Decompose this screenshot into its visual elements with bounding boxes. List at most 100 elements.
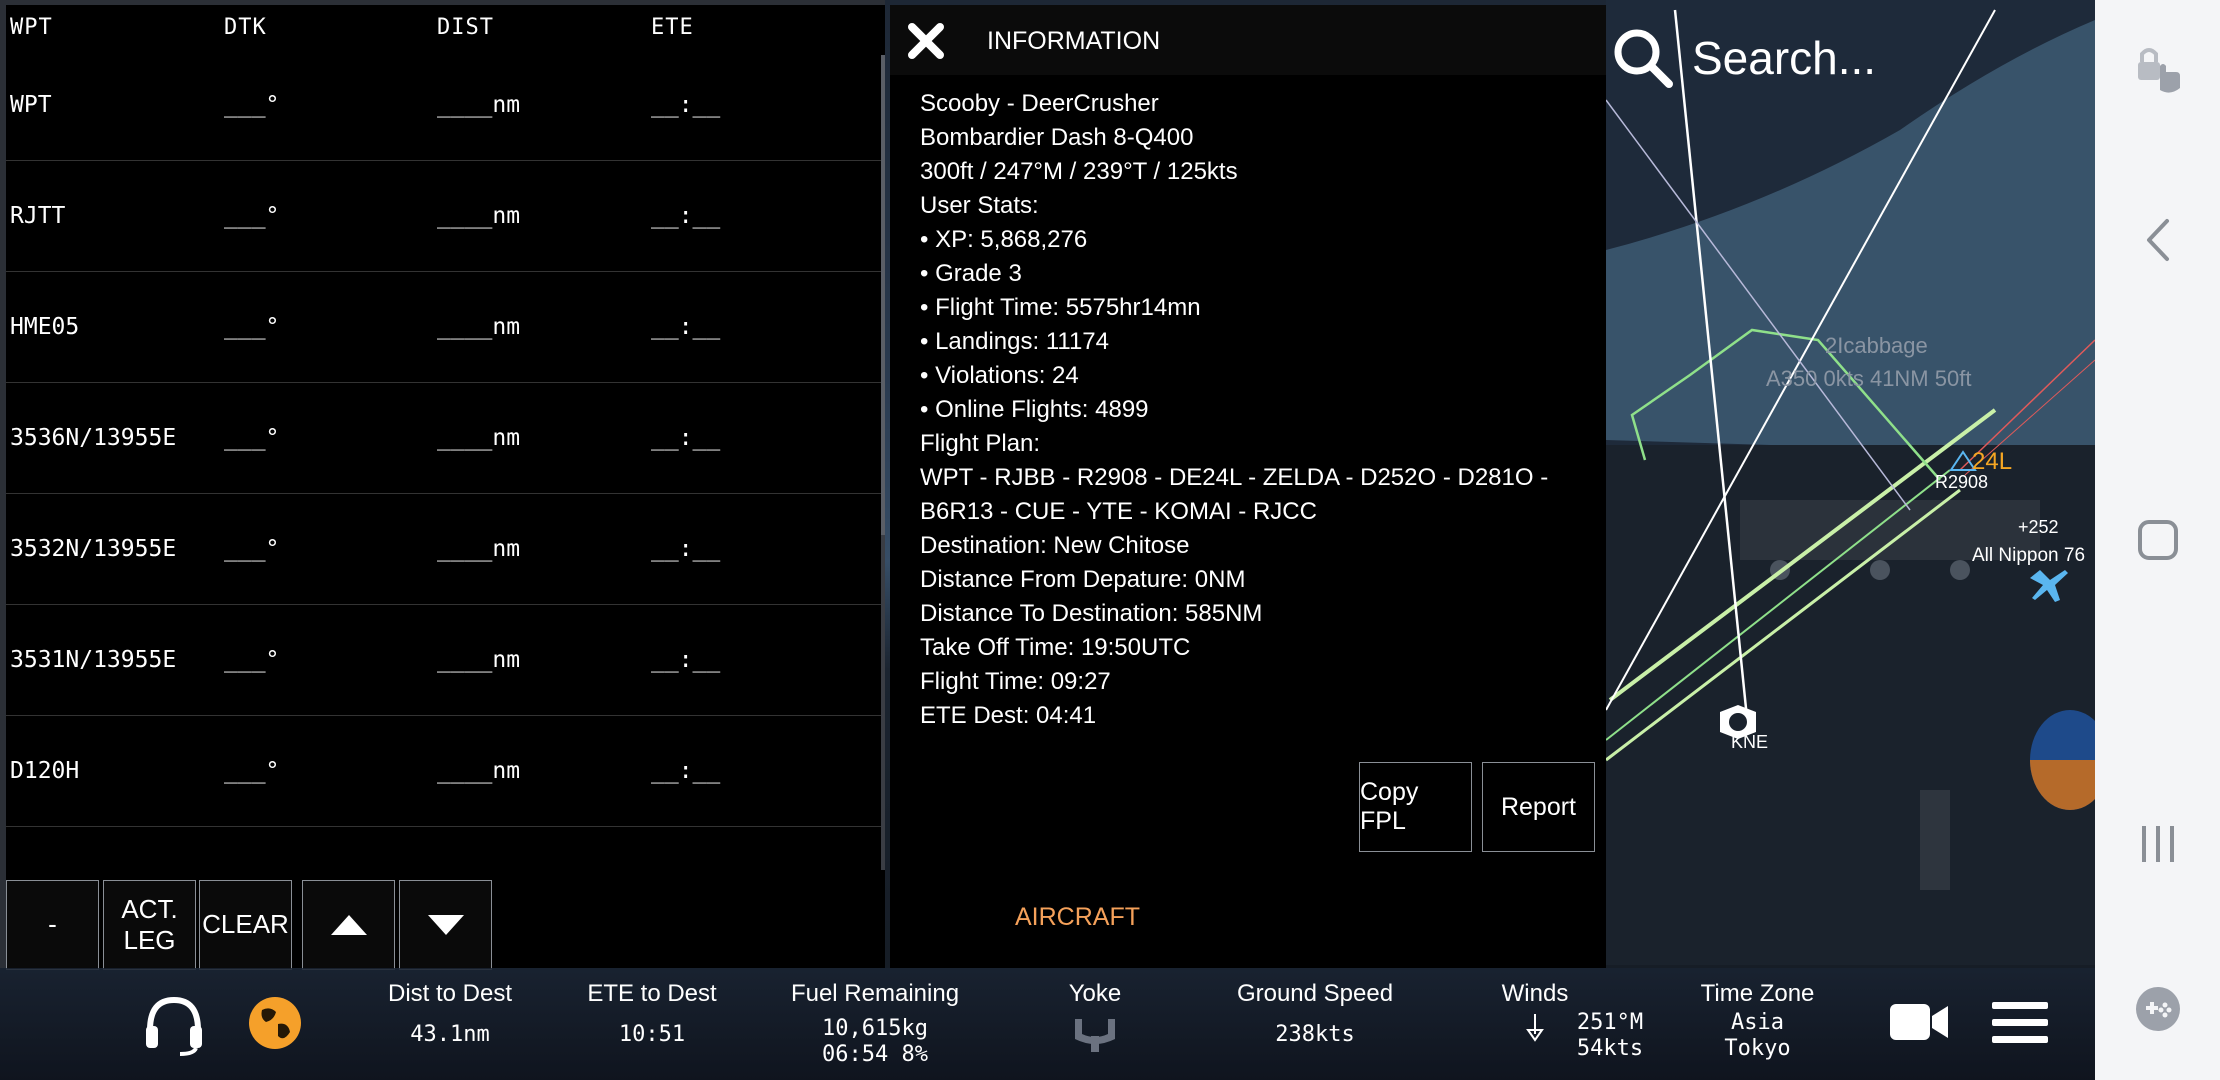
- dist-cell: ____nm: [437, 758, 521, 784]
- time-zone-label: Time Zone: [1700, 980, 1815, 1007]
- map-search[interactable]: Search...: [1612, 25, 1876, 90]
- ete-to-dest-value: 10:51: [618, 1022, 686, 1047]
- close-icon: [908, 23, 944, 59]
- remove-waypoint-button[interactable]: -: [6, 880, 99, 970]
- col-header-wpt: WPT: [10, 15, 53, 40]
- yoke-icon: [1075, 1019, 1115, 1052]
- hamburger-menu-icon: [1992, 1002, 2048, 1043]
- ete-cell: __:__: [651, 314, 721, 340]
- triangle-down-icon: [427, 915, 464, 935]
- col-header-ete: ETE: [651, 15, 694, 40]
- dist-to-dest-readout: Dist to Dest 43.1nm: [360, 968, 540, 1048]
- dist-cell: ____nm: [437, 203, 521, 229]
- wpt-cell: RJTT: [10, 203, 66, 229]
- headset-button[interactable]: [140, 990, 208, 1058]
- clear-button[interactable]: CLEAR: [199, 880, 292, 970]
- atc-map-button[interactable]: [248, 996, 302, 1050]
- activate-leg-label-1: ACT.: [121, 893, 178, 924]
- dist-cell: ____nm: [437, 425, 521, 451]
- game-launcher-button[interactable]: [2095, 985, 2220, 1033]
- status-bar: Dist to Dest 43.1nm ETE to Dest 10:51 Fu…: [0, 968, 2095, 1080]
- copy-fpl-button[interactable]: Copy FPL: [1359, 762, 1472, 852]
- recents-icon: [2141, 826, 2174, 862]
- stat-xp: • XP: 5,868,276: [920, 226, 1088, 253]
- back-button[interactable]: [2095, 215, 2220, 265]
- dtk-cell: ___°: [224, 92, 280, 118]
- wpt-cell: WPT: [10, 92, 52, 118]
- winds-readout: Winds: [1495, 968, 1575, 1046]
- search-icon: [1614, 29, 1673, 88]
- yoke-label: Yoke: [1068, 980, 1122, 1007]
- ete-cell: __:__: [651, 758, 721, 784]
- menu-button[interactable]: [1990, 998, 2050, 1046]
- fuel-weight: 10,615kg: [822, 1016, 928, 1041]
- fpl-scroll-thumb[interactable]: [881, 55, 885, 535]
- winds-label: Winds: [1501, 980, 1569, 1007]
- camera-button[interactable]: [1888, 998, 1950, 1046]
- fpl-row[interactable]: D120H ___° ____nm __:__: [6, 716, 884, 827]
- fpl-row[interactable]: 3531N/13955E ___° ____nm __:__: [6, 605, 884, 716]
- activate-leg-button[interactable]: ACT. LEG: [103, 880, 196, 970]
- lock-rotation-button[interactable]: [2095, 40, 2220, 96]
- home-button[interactable]: [2095, 518, 2220, 562]
- ete-to-dest-label: ETE to Dest: [587, 980, 717, 1007]
- stat-violations: • Violations: 24: [920, 362, 1079, 389]
- recent-apps-button[interactable]: [2095, 822, 2220, 866]
- time-zone-region: Asia: [1731, 1010, 1784, 1035]
- wpt-cell: 3536N/13955E: [10, 425, 177, 451]
- triangle-up-icon: [330, 915, 367, 935]
- fpl-row[interactable]: 3536N/13955E ___° ____nm __:__: [6, 383, 884, 494]
- callsign: Scooby - DeerCrusher: [920, 90, 1159, 117]
- close-button[interactable]: [904, 19, 948, 63]
- move-up-button[interactable]: [302, 880, 395, 970]
- wpt-cell: 3532N/13955E: [10, 536, 177, 562]
- stat-flight-time: • Flight Time: 5575hr14mn: [920, 294, 1201, 321]
- report-button[interactable]: Report: [1482, 762, 1595, 852]
- stat-grade: • Grade 3: [920, 260, 1022, 287]
- headset-icon: [146, 996, 202, 1056]
- aircraft-tab[interactable]: AIRCRAFT: [1015, 903, 1140, 932]
- ete-dest: ETE Dest: 04:41: [920, 702, 1097, 729]
- move-down-button[interactable]: [399, 880, 492, 970]
- information-panel: INFORMATION Scooby - DeerCrusher Bombard…: [890, 5, 1606, 968]
- information-header: INFORMATION: [890, 5, 1606, 75]
- yoke-toggle[interactable]: Yoke: [1045, 968, 1145, 1058]
- distance-from-departure: Distance From Depature: 0NM: [920, 566, 1246, 593]
- fuel-label: Fuel Remaining: [790, 980, 960, 1007]
- ete-cell: __:__: [651, 425, 721, 451]
- fpl-row[interactable]: 3532N/13955E ___° ____nm __:__: [6, 494, 884, 605]
- dist-cell: ____nm: [437, 647, 521, 673]
- aircraft-type: Bombardier Dash 8-Q400: [920, 124, 1194, 151]
- dtk-cell: ___°: [224, 203, 280, 229]
- ete-to-dest-readout: ETE to Dest 10:51: [562, 968, 742, 1048]
- dist-to-dest-value: 43.1nm: [410, 1022, 490, 1047]
- ground-speed-value: 238kts: [1275, 1022, 1355, 1047]
- fuel-readout: Fuel Remaining 10,615kg 06:54 8%: [780, 968, 970, 1068]
- fpl-row[interactable]: RJTT ___° ____nm __:__: [6, 161, 884, 272]
- wind-arrow-icon: [1526, 1014, 1544, 1042]
- fpl-row[interactable]: WPT ___° ____nm __:__: [6, 50, 884, 161]
- fpl-row[interactable]: HME05 ___° ____nm __:__: [6, 272, 884, 383]
- fuel-endurance: 06:54 8%: [822, 1042, 928, 1067]
- other-user-info: A350 0kts 41NM 50ft: [1766, 366, 1972, 391]
- dist-to-dest-label: Dist to Dest: [387, 980, 513, 1007]
- traffic-label[interactable]: All Nippon 76: [1972, 545, 2085, 567]
- dtk-cell: ___°: [224, 758, 280, 784]
- altitude-heading-speed: 300ft / 247°M / 239°T / 125kts: [920, 158, 1238, 185]
- col-header-dist: DIST: [437, 15, 494, 40]
- search-placeholder: Search...: [1692, 31, 1877, 84]
- globe-icon: [249, 997, 301, 1049]
- wpt-cell: HME05: [10, 314, 80, 340]
- dist-cell: ____nm: [437, 536, 521, 562]
- flight-time: Flight Time: 09:27: [920, 668, 1111, 695]
- information-title: INFORMATION: [987, 27, 1161, 55]
- dtk-cell: ___°: [224, 647, 280, 673]
- lock-touch-icon: [2137, 48, 2180, 93]
- chevron-left-icon: [2146, 219, 2169, 261]
- flight-plan-panel: WPT DTK DIST ETE WPT ___° ____nm __:__ R…: [0, 0, 885, 970]
- stat-landings: • Landings: 11174: [920, 328, 1109, 355]
- ground-speed-label: Ground Speed: [1236, 980, 1394, 1007]
- time-zone-value: Asia Tokyo: [1690, 1010, 1825, 1062]
- ete-cell: __:__: [651, 203, 721, 229]
- other-user-label[interactable]: 2Icabbage: [1825, 333, 1928, 359]
